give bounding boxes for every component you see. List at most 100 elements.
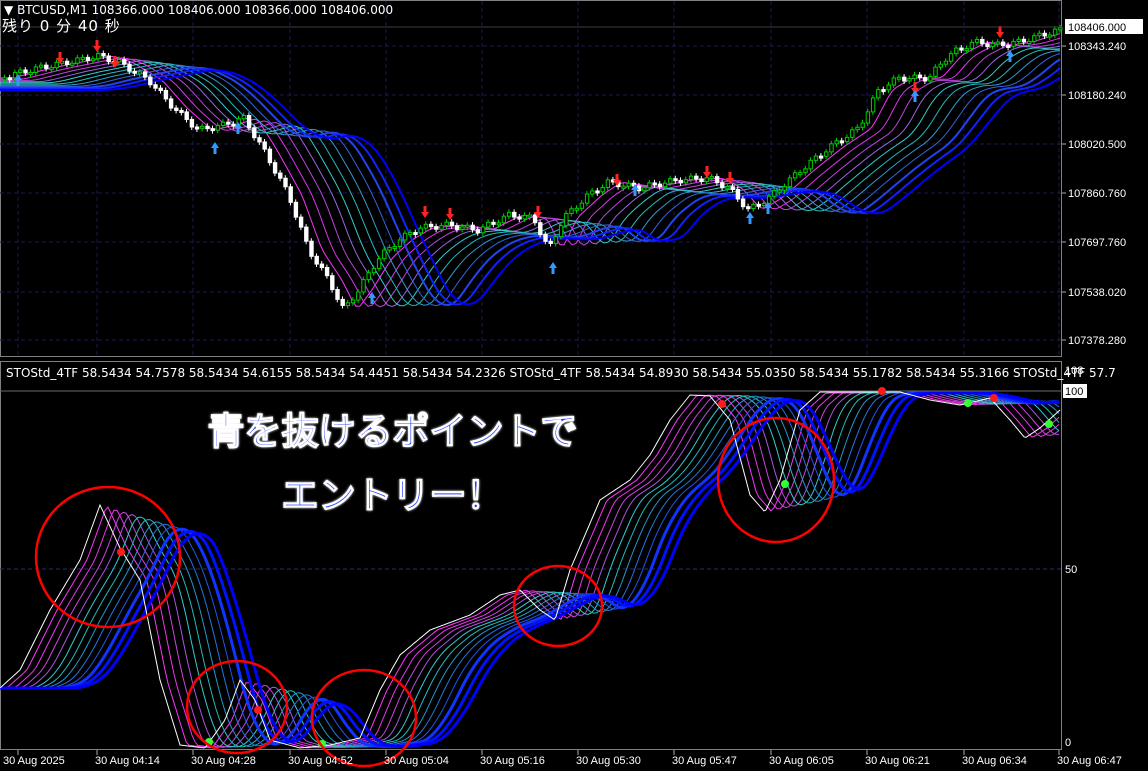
sell-signal-dot [254, 706, 262, 714]
chart-stage[interactable]: 108343.240 108180.240 108020.500 107860.760… [0, 0, 1148, 771]
candle-body [735, 189, 741, 200]
candle-body [44, 64, 49, 69]
candle-body [662, 182, 668, 188]
candle-body [1047, 34, 1053, 38]
candle-body [278, 172, 283, 179]
time-axis[interactable]: 30 Aug 2025 30 Aug 04:14 30 Aug 04:28 30 Au… [3, 750, 1122, 767]
candle-body [1011, 40, 1016, 47]
candle-body [194, 126, 200, 130]
candle-body [512, 211, 517, 218]
candle-body [673, 178, 678, 182]
candle-body [647, 182, 652, 189]
candle-body [330, 275, 335, 291]
candle-body [293, 201, 299, 218]
candle-body [241, 115, 247, 120]
candle-body [460, 226, 465, 230]
level-100: 100 [1065, 386, 1083, 398]
candle-body [980, 38, 985, 45]
candle-body [985, 43, 990, 48]
candle-body [668, 178, 673, 184]
candle-body [392, 245, 397, 249]
candle-body [584, 193, 590, 204]
candle-body [1000, 41, 1006, 46]
candle-body [553, 236, 559, 244]
buy-signal-dot [964, 399, 972, 407]
candle-body [252, 127, 257, 139]
price-axis[interactable]: 108343.240 108180.240 108020.500 107860.760… [1062, 19, 1143, 347]
candle-body [761, 203, 767, 207]
candle-body [907, 78, 912, 82]
candle-body [834, 140, 839, 145]
candle-body [496, 222, 501, 226]
time-tick-label: 30 Aug 04:28 [191, 755, 256, 767]
candle-body [626, 182, 631, 187]
candle-body [413, 232, 418, 236]
candle-body [153, 84, 158, 89]
candle-body [480, 226, 486, 234]
candle-body [933, 66, 938, 77]
callout-line-2: エントリー！ [281, 473, 504, 517]
price-tick-label: 108343.240 [1068, 41, 1126, 53]
candle-body [1032, 35, 1037, 42]
candle-body [189, 118, 195, 128]
collapse-triangle-icon[interactable]: ▼ [4, 3, 13, 17]
candle-body [148, 76, 153, 86]
candle-body [80, 56, 85, 60]
candle-body [350, 299, 356, 304]
candle-body [714, 176, 720, 184]
candle-body [283, 177, 288, 188]
candle-body [184, 111, 189, 120]
candle-body [886, 84, 891, 91]
candle-body [397, 239, 403, 247]
candle-body [345, 302, 351, 307]
candle-body [896, 76, 902, 80]
indicator-axis[interactable]: 108 100 50 0 [1063, 365, 1087, 749]
level-0: 0 [1065, 737, 1071, 749]
candle-body [683, 179, 689, 184]
candle-body [517, 216, 522, 220]
time-tick-label: 30 Aug 06:21 [865, 755, 930, 767]
candle-body [262, 141, 267, 150]
candle-body [272, 162, 278, 174]
sell-signal-dot [117, 548, 125, 556]
candle-body [90, 58, 96, 62]
candle-body [730, 186, 735, 191]
candle-body [85, 56, 91, 62]
candle-body [38, 64, 44, 68]
candle-body [699, 178, 704, 182]
candle-body [28, 71, 33, 75]
candle-body [829, 143, 834, 153]
candle-body [798, 172, 803, 176]
candle-body [486, 221, 491, 228]
main-pane[interactable] [0, 0, 1063, 357]
price-tick-label: 107860.760 [1068, 188, 1126, 200]
candle-body [215, 125, 221, 131]
time-tick-label: 30 Aug 06:47 [1057, 755, 1122, 767]
candle-body [969, 41, 975, 50]
price-tick-label: 108020.500 [1068, 139, 1126, 151]
candle-body [652, 182, 657, 186]
candle-body [246, 115, 252, 129]
candle-body [891, 77, 897, 86]
candle-body [158, 87, 163, 91]
candle-body [527, 214, 533, 218]
candle-body [772, 190, 777, 197]
candle-body [309, 240, 314, 257]
candle-body [1058, 27, 1063, 31]
candle-body [590, 190, 595, 195]
candle-body [168, 98, 174, 109]
candle-body [844, 136, 850, 143]
candle-body [605, 179, 611, 188]
candle-body [720, 182, 725, 189]
candle-body [1016, 38, 1021, 42]
candle-body [595, 190, 600, 194]
candle-body [2, 77, 7, 81]
candle-body [756, 203, 761, 207]
candle-body [1026, 40, 1032, 44]
candle-body [475, 229, 481, 234]
price-tick-label: 107538.020 [1068, 287, 1126, 299]
candle-body [569, 208, 574, 214]
candle-body [231, 123, 236, 127]
candle-body [142, 71, 148, 78]
candle-body [314, 255, 319, 265]
